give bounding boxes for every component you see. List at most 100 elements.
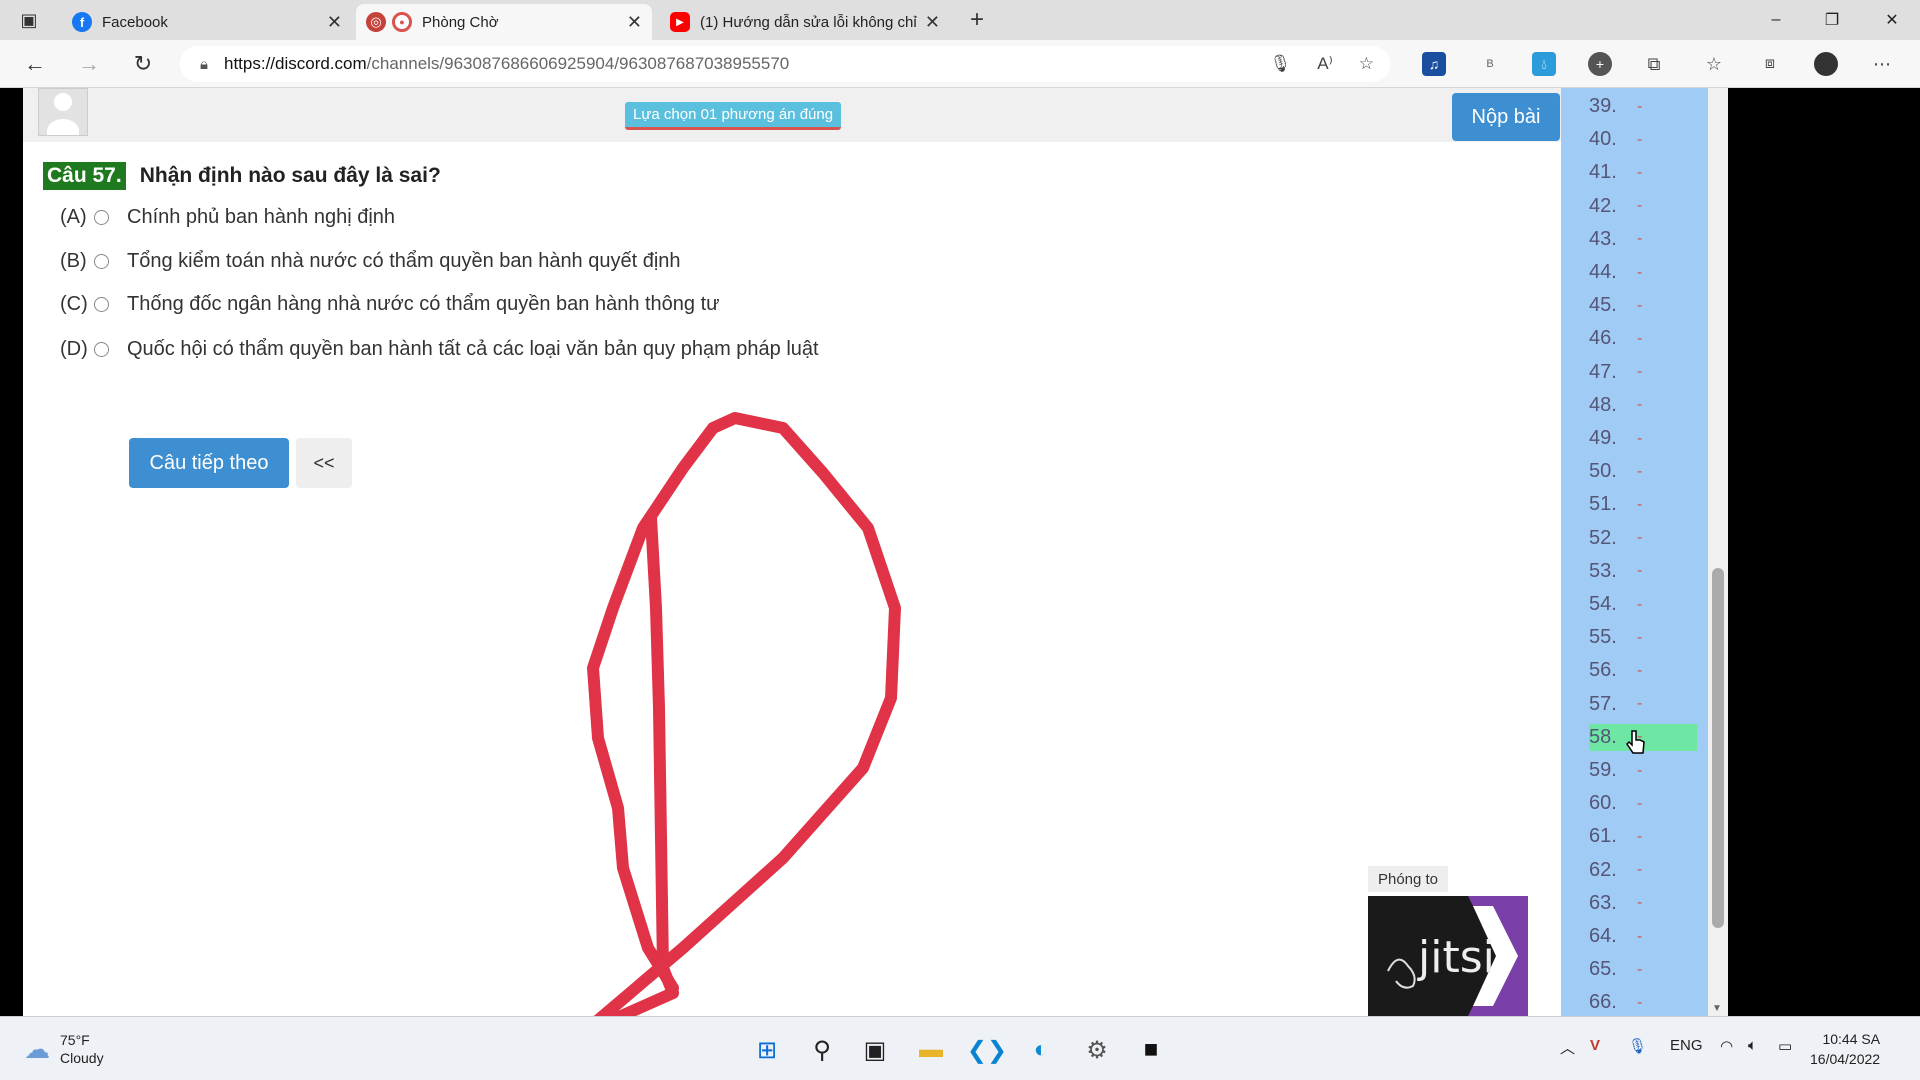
question-index: 52.: [1589, 526, 1617, 549]
answer-status: -: [1637, 263, 1643, 281]
close-tab-icon[interactable]: ✕: [925, 12, 940, 33]
answer-sheet-item[interactable]: 43. -: [1589, 226, 1697, 253]
weather-widget[interactable]: ☁ 75°F Cloudy: [24, 1031, 104, 1067]
answer-status: -: [1637, 827, 1643, 845]
vscode-icon[interactable]: ❮❯: [967, 1031, 1007, 1069]
tab-facebook[interactable]: f Facebook ✕: [62, 4, 352, 40]
answer-sheet-item[interactable]: 61. -: [1589, 823, 1697, 850]
jitsi-video-tile[interactable]: jitsi: [1368, 896, 1528, 1016]
new-tab-button[interactable]: +: [960, 4, 994, 36]
answer-sheet-item[interactable]: 57. -: [1589, 691, 1697, 718]
question-index: 61.: [1589, 825, 1617, 848]
answer-sheet-item[interactable]: 50. -: [1589, 458, 1697, 485]
answer-sheet-item[interactable]: 51. -: [1589, 491, 1697, 518]
answer-status: -: [1637, 197, 1643, 215]
answer-sheet-item[interactable]: 63. -: [1589, 890, 1697, 917]
edge-browser-icon[interactable]: ◐: [1022, 1031, 1060, 1069]
close-tab-icon[interactable]: ✕: [627, 12, 642, 33]
microphone-icon[interactable]: 🎙︎: [1270, 54, 1292, 74]
answer-sheet-item[interactable]: 41. -: [1589, 159, 1697, 186]
discord-icon: ◎: [366, 12, 386, 32]
answer-status: -: [1637, 329, 1643, 347]
favorites-icon[interactable]: ☆: [1702, 52, 1726, 76]
lock-icon: 🔒︎: [200, 55, 208, 73]
answer-sheet-item[interactable]: 59. -: [1589, 757, 1697, 784]
minimize-button[interactable]: –: [1748, 0, 1804, 40]
answer-sheet-item[interactable]: 65. -: [1589, 956, 1697, 983]
add-favorite-icon[interactable]: ☆: [1359, 54, 1374, 74]
reload-icon[interactable]: ↻: [126, 48, 160, 80]
language-indicator[interactable]: ENG: [1670, 1037, 1703, 1054]
terminal-icon[interactable]: ■: [1132, 1031, 1170, 1069]
answer-sheet-item[interactable]: 42. -: [1589, 193, 1697, 220]
question-index: 42.: [1589, 194, 1617, 217]
question-index: 48.: [1589, 393, 1617, 416]
answer-sheet-item[interactable]: 64. -: [1589, 923, 1697, 950]
extension-icon[interactable]: 💧︎: [1532, 52, 1556, 76]
settings-gear-icon[interactable]: ⚙: [1078, 1031, 1116, 1069]
scrollbar[interactable]: ▼: [1708, 88, 1728, 1016]
answer-sheet-item[interactable]: 48. -: [1589, 392, 1697, 419]
temperature: 75°F: [60, 1032, 90, 1048]
clock[interactable]: 10:44 SA 16/04/2022: [1810, 1029, 1880, 1069]
extension-icon[interactable]: ♫: [1422, 52, 1446, 76]
question-index: 51.: [1589, 493, 1617, 516]
maximize-video-button[interactable]: Phóng to: [1368, 866, 1448, 892]
wifi-icon[interactable]: ◠: [1720, 1037, 1733, 1055]
question-index: 60.: [1589, 792, 1617, 815]
answer-sheet-item[interactable]: 49. -: [1589, 425, 1697, 452]
collections-icon[interactable]: ⧈: [1758, 52, 1782, 76]
more-menu-icon[interactable]: ⋯: [1870, 52, 1894, 76]
restore-button[interactable]: ❐: [1804, 0, 1860, 40]
extension-icon[interactable]: B: [1478, 52, 1502, 76]
back-arrow-icon[interactable]: ←: [18, 48, 52, 80]
scroll-thumb[interactable]: [1712, 568, 1724, 928]
tab-actions-icon[interactable]: ▣: [12, 4, 46, 36]
answer-sheet-item[interactable]: 39. -: [1589, 93, 1697, 120]
answer-sheet-item[interactable]: 60. -: [1589, 790, 1697, 817]
question-index: 46.: [1589, 327, 1617, 350]
url-field[interactable]: 🔒︎ https://discord.com/channels/96308768…: [180, 46, 1390, 82]
close-window-button[interactable]: ✕: [1864, 0, 1920, 40]
chevron-up-icon[interactable]: ︿: [1560, 1037, 1575, 1058]
tab-phong-cho[interactable]: ◎ ● Phòng Chờ ✕: [356, 4, 652, 40]
time: 10:44 SA: [1822, 1031, 1881, 1047]
answer-sheet-item[interactable]: 53. -: [1589, 558, 1697, 585]
battery-icon[interactable]: ▭: [1778, 1037, 1792, 1055]
volume-icon[interactable]: 🔈︎: [1748, 1037, 1757, 1054]
url-path: /channels/963087686606925904/96308768703…: [366, 54, 790, 73]
answer-sheet-item[interactable]: 40. -: [1589, 126, 1697, 153]
answer-status: -: [1637, 429, 1643, 447]
microphone-tray-icon[interactable]: 🎙︎: [1628, 1037, 1647, 1055]
task-view-icon[interactable]: ▣: [856, 1031, 894, 1069]
search-icon[interactable]: ⚲: [803, 1031, 841, 1069]
file-explorer-icon[interactable]: ▬: [912, 1031, 950, 1069]
answer-sheet-item[interactable]: 66. -: [1589, 989, 1697, 1016]
answer-status: -: [1637, 163, 1643, 181]
answer-sheet-item[interactable]: 47. -: [1589, 359, 1697, 386]
extensions-puzzle-icon[interactable]: ⧉: [1642, 52, 1666, 76]
answer-status: -: [1637, 595, 1643, 613]
forward-arrow-icon[interactable]: →: [72, 48, 106, 80]
scroll-down-arrow[interactable]: ▼: [1712, 1003, 1722, 1014]
tab-youtube[interactable]: ▶ (1) Hướng dẫn sửa lỗi không chỉ ✕: [660, 4, 950, 40]
close-tab-icon[interactable]: ✕: [327, 12, 342, 33]
antivirus-tray-icon[interactable]: V: [1590, 1037, 1600, 1054]
read-aloud-icon[interactable]: A⁾: [1317, 54, 1333, 74]
extension-icon[interactable]: +: [1588, 52, 1612, 76]
answer-sheet-item[interactable]: 56. -: [1589, 657, 1697, 684]
profile-avatar[interactable]: [1814, 52, 1838, 76]
question-index: 53.: [1589, 559, 1617, 582]
answer-sheet-item[interactable]: 44. -: [1589, 259, 1697, 286]
answer-sheet-item[interactable]: 54. -: [1589, 591, 1697, 618]
answer-status: -: [1637, 462, 1643, 480]
windows-start-icon[interactable]: ⊞: [748, 1031, 786, 1069]
answer-sheet-item[interactable]: 55. -: [1589, 624, 1697, 651]
answer-sheet-item[interactable]: 45. -: [1589, 292, 1697, 319]
answer-sheet-item[interactable]: 62. -: [1589, 857, 1697, 884]
question-index: 64.: [1589, 925, 1617, 947]
question-index: 44.: [1589, 261, 1617, 283]
answer-sheet-item[interactable]: 46. -: [1589, 325, 1697, 352]
answer-sheet-item[interactable]: 52. -: [1589, 525, 1697, 552]
answer-status: -: [1637, 794, 1643, 812]
